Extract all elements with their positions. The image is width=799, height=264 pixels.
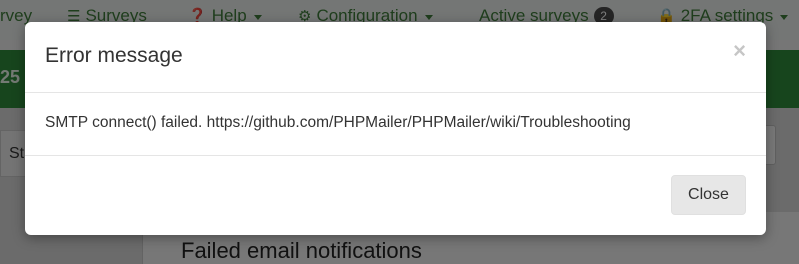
close-icon[interactable]: × [733, 40, 746, 62]
dialog-title: Error message [45, 44, 183, 67]
screen: rvey ☰ Surveys ❓ Help ⚙ Configuration Ac… [0, 0, 799, 264]
dialog-header: Error message × [25, 22, 766, 93]
dialog-footer: Close [25, 156, 766, 235]
error-message-text: SMTP connect() failed. https://github.co… [45, 114, 631, 131]
error-dialog: Error message × SMTP connect() failed. h… [25, 22, 766, 235]
dialog-body: SMTP connect() failed. https://github.co… [25, 93, 766, 156]
close-button[interactable]: Close [671, 175, 746, 215]
